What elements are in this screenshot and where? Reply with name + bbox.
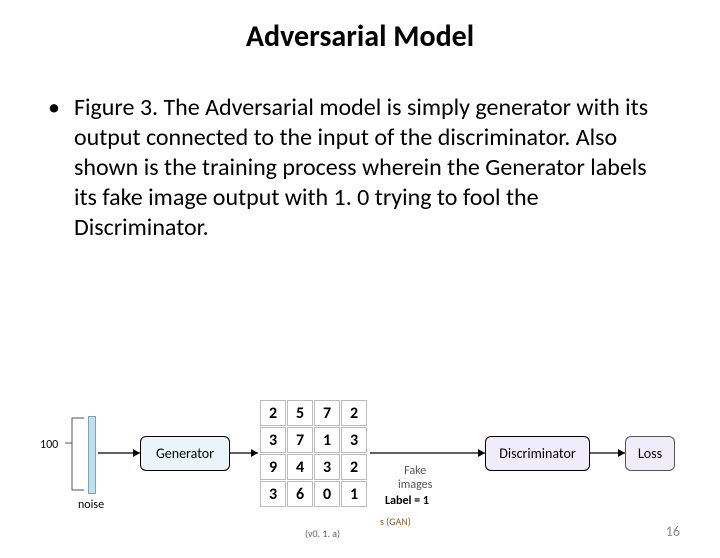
generator-block: Generator [140,436,230,471]
slide-title: Adversarial Model [0,18,720,55]
digit-cell: 5 [287,400,313,426]
footer-version: (v0. 1. a) [305,527,340,540]
fake-image-grid: 2 5 7 2 3 7 1 3 9 4 3 2 3 6 0 1 [260,400,367,507]
digit-cell: 2 [260,400,286,426]
label-eq: Label = 1 [385,494,429,508]
bullet-mark: • [48,93,60,243]
figure-3: 100 noise Generator 2 5 7 2 3 7 1 3 9 4 … [40,398,680,528]
figure-caption: Figure 3. The Adversarial model is simpl… [74,93,672,243]
digit-cell: 3 [260,427,286,453]
digit-cell: 7 [314,400,340,426]
body-text: • Figure 3. The Adversarial model is sim… [48,93,672,243]
digit-cell: 3 [314,454,340,480]
digit-cell: 0 [314,481,340,507]
page-number: 16 [666,523,680,540]
digit-cell: 1 [314,427,340,453]
digit-cell: 2 [341,400,367,426]
digit-cell: 2 [341,454,367,480]
footer-reference: s (GAN) [380,515,411,528]
discriminator-block: Discriminator [485,436,590,471]
digit-cell: 6 [287,481,313,507]
digit-cell: 9 [260,454,286,480]
digit-cell: 7 [287,427,313,453]
digit-cell: 3 [341,427,367,453]
loss-block: Loss [625,436,675,471]
digit-cell: 4 [287,454,313,480]
fake-images-label: Fake images [398,464,432,492]
digit-cell: 3 [260,481,286,507]
digit-cell: 1 [341,481,367,507]
